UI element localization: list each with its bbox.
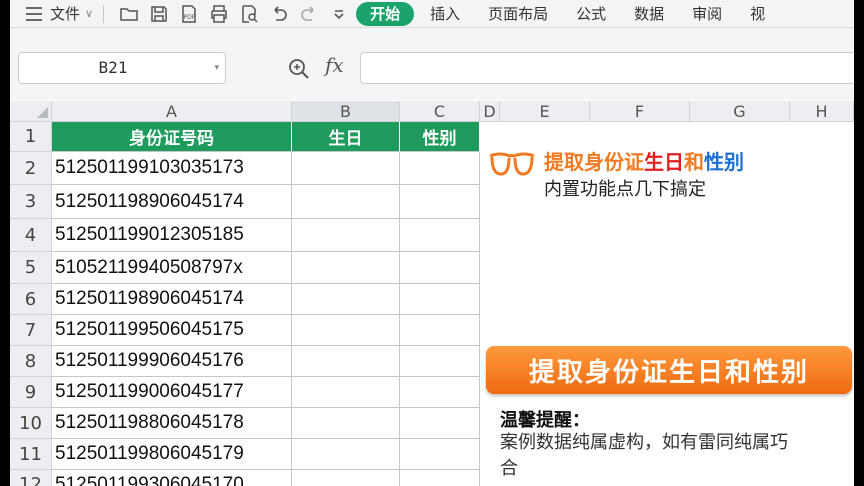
export-pdf-icon[interactable]: PDF [174, 2, 204, 26]
tab-insert[interactable]: 插入 [416, 2, 474, 26]
glasses-icon [489, 152, 535, 176]
undo-icon[interactable] [264, 2, 294, 26]
cell-c2[interactable] [400, 152, 480, 185]
hamburger-menu-icon[interactable] [24, 2, 44, 26]
column-header-b[interactable]: B [292, 101, 400, 122]
select-all-corner[interactable] [10, 101, 52, 122]
chevron-down-icon: ∨ [85, 7, 94, 20]
row-header-9[interactable]: 9 [10, 377, 52, 408]
cell-a4[interactable]: 512501199012305185 [52, 219, 292, 252]
cell-c10[interactable] [400, 408, 480, 439]
header-cell-c[interactable]: 性别 [400, 122, 480, 152]
tab-view[interactable]: 视 [736, 2, 779, 26]
toolbar-divider [103, 4, 105, 23]
zoom-icon[interactable] [287, 57, 311, 81]
customize-toolbar-icon[interactable] [324, 2, 354, 26]
redo-icon[interactable] [294, 2, 324, 26]
ribbon-toolbar: 文件 ∨ PDF 开始 插入 页面布局 公式 数据 审阅 视 [10, 0, 854, 28]
cell-b5[interactable] [292, 252, 400, 284]
tab-review[interactable]: 审阅 [678, 2, 736, 26]
cell-a2[interactable]: 512501199103035173 [52, 152, 292, 185]
row-header-3[interactable]: 3 [10, 185, 52, 219]
cell-a9[interactable]: 512501199006045177 [52, 377, 292, 408]
cell-c9[interactable] [400, 377, 480, 408]
cell-a5[interactable]: 51052119940508797x [52, 252, 292, 284]
title-part-2: 生日 [644, 150, 684, 174]
column-header-g[interactable]: G [690, 101, 790, 122]
cell-a10[interactable]: 512501198806045178 [52, 408, 292, 439]
cell-b3[interactable] [292, 185, 400, 219]
file-menu[interactable]: 文件 ∨ [50, 2, 93, 26]
open-folder-icon[interactable] [114, 2, 144, 26]
cell-b8[interactable] [292, 346, 400, 377]
cell-b2[interactable] [292, 152, 400, 185]
tab-formulas[interactable]: 公式 [562, 2, 620, 26]
column-header-a[interactable]: A [52, 101, 292, 122]
row-header-10[interactable]: 10 [10, 408, 52, 439]
cell-b9[interactable] [292, 377, 400, 408]
row-header-12[interactable]: 12 [10, 470, 52, 486]
cell-a7[interactable]: 512501199506045175 [52, 315, 292, 346]
header-cell-a[interactable]: 身份证号码 [52, 122, 292, 152]
function-icon[interactable]: fx [325, 53, 344, 77]
svg-text:PDF: PDF [184, 14, 196, 21]
print-preview-icon[interactable] [234, 2, 264, 26]
title-part-3: 和 [684, 150, 704, 174]
cell-c7[interactable] [400, 315, 480, 346]
cell-b7[interactable] [292, 315, 400, 346]
title-part-4: 性别 [704, 150, 744, 174]
formula-input[interactable] [360, 52, 854, 84]
column-header-e[interactable]: E [500, 101, 590, 122]
tab-data[interactable]: 数据 [620, 2, 678, 26]
overlay-subtitle: 内置功能点几下搞定 [544, 179, 706, 200]
print-icon[interactable] [204, 2, 234, 26]
cell-c12[interactable] [400, 470, 480, 486]
cell-a11[interactable]: 512501199806045179 [52, 439, 292, 470]
notice-body: 案例数据纯属虚构，如有雷同纯属巧合 [500, 432, 788, 479]
tab-home[interactable]: 开始 [356, 1, 415, 26]
cell-b4[interactable] [292, 219, 400, 252]
cell-a8[interactable]: 512501199906045176 [52, 346, 292, 377]
cell-c11[interactable] [400, 439, 480, 470]
tab-page-layout[interactable]: 页面布局 [474, 2, 562, 26]
file-menu-label: 文件 [50, 5, 81, 23]
select-all-triangle-icon [37, 107, 48, 118]
extract-birthday-gender-button[interactable]: 提取身份证生日和性别 [486, 346, 852, 394]
column-header-h[interactable]: H [790, 101, 854, 122]
row-header-2[interactable]: 2 [10, 152, 52, 185]
column-header-c[interactable]: C [400, 101, 480, 122]
cell-c4[interactable] [400, 219, 480, 252]
column-header-d[interactable]: D [480, 101, 500, 122]
row-header-8[interactable]: 8 [10, 346, 52, 377]
cell-a6[interactable]: 512501198906045174 [52, 284, 292, 315]
overlay-title: 提取身份证生日和性别 [544, 146, 744, 175]
row-header-5[interactable]: 5 [10, 252, 52, 284]
cell-c3[interactable] [400, 185, 480, 219]
header-cell-b[interactable]: 生日 [292, 122, 400, 152]
cell-reference: B21 [98, 58, 128, 77]
save-icon[interactable] [144, 2, 174, 26]
cell-b6[interactable] [292, 284, 400, 315]
row-header-7[interactable]: 7 [10, 315, 52, 346]
row-header-11[interactable]: 11 [10, 439, 52, 470]
row-header-1[interactable]: 1 [10, 122, 52, 152]
cell-b11[interactable] [292, 439, 400, 470]
tutorial-overlay: 提取身份证生日和性别 内置功能点几下搞定 提取身份证生日和性别 温馨提醒： 案例… [480, 122, 854, 486]
title-part-1: 提取身份证 [544, 150, 644, 174]
cell-c8[interactable] [400, 346, 480, 377]
cell-b12[interactable] [292, 470, 400, 486]
cell-a3[interactable]: 512501198906045174 [52, 185, 292, 219]
spreadsheet-window: 文件 ∨ PDF 开始 插入 页面布局 公式 数据 审阅 视 B21 ▾ fx … [10, 0, 854, 486]
notice-title: 温馨提醒： [500, 410, 590, 431]
row-header-6[interactable]: 6 [10, 284, 52, 315]
column-header-f[interactable]: F [590, 101, 690, 122]
cell-a12[interactable]: 512501199306045170 [52, 470, 292, 486]
row-header-4[interactable]: 4 [10, 219, 52, 252]
cell-c6[interactable] [400, 284, 480, 315]
chevron-down-icon[interactable]: ▾ [214, 53, 219, 83]
name-box[interactable]: B21 ▾ [18, 52, 226, 84]
cell-b10[interactable] [292, 408, 400, 439]
cell-c5[interactable] [400, 252, 480, 284]
